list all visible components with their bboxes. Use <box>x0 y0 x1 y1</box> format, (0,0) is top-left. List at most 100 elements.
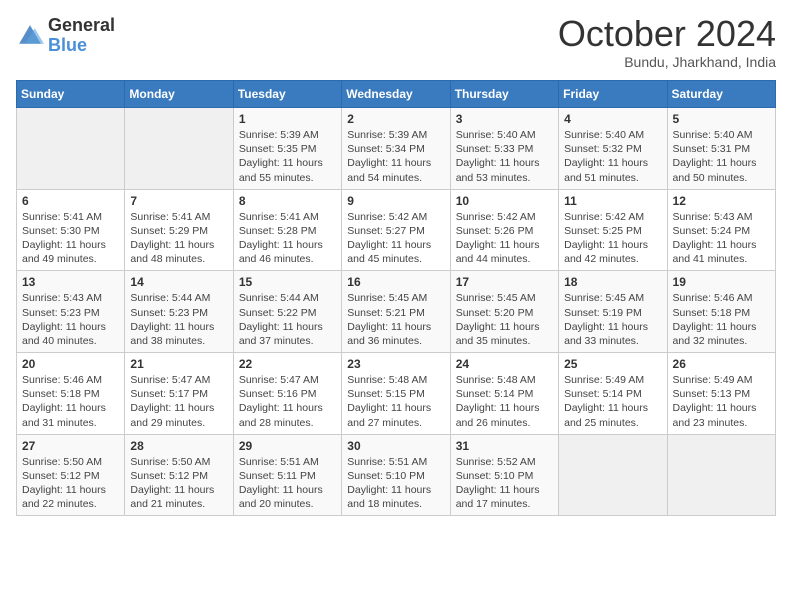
day-info: Sunrise: 5:43 AM Sunset: 5:23 PM Dayligh… <box>22 291 119 348</box>
calendar-cell: 4 Sunrise: 5:40 AM Sunset: 5:32 PM Daylig… <box>559 108 667 190</box>
day-number: 26 <box>673 357 770 371</box>
weekday-header-thursday: Thursday <box>450 81 558 108</box>
calendar-cell: 6 Sunrise: 5:41 AM Sunset: 5:30 PM Daylig… <box>17 189 125 271</box>
weekday-header-monday: Monday <box>125 81 233 108</box>
week-row-2: 6 Sunrise: 5:41 AM Sunset: 5:30 PM Daylig… <box>17 189 776 271</box>
calendar-cell: 19 Sunrise: 5:46 AM Sunset: 5:18 PM Dayli… <box>667 271 775 353</box>
day-number: 27 <box>22 439 119 453</box>
calendar-cell: 15Sunrise: 5:44 AM Sunset: 5:22 PM Dayli… <box>233 271 341 353</box>
day-info: Sunrise: 5:52 AM Sunset: 5:10 PM Dayligh… <box>456 455 553 512</box>
day-info: Sunrise: 5:46 AM Sunset: 5:18 PM Dayligh… <box>22 373 119 430</box>
day-number: 1 <box>239 112 336 126</box>
week-row-4: 20 Sunrise: 5:46 AM Sunset: 5:18 PM Dayli… <box>17 353 776 435</box>
calendar-cell: 13 Sunrise: 5:43 AM Sunset: 5:23 PM Dayli… <box>17 271 125 353</box>
day-info: Sunrise: 5:51 AM Sunset: 5:11 PM Dayligh… <box>239 455 336 512</box>
calendar-cell: 8 Sunrise: 5:41 AM Sunset: 5:28 PM Daylig… <box>233 189 341 271</box>
calendar-cell: 24 Sunrise: 5:48 AM Sunset: 5:14 PM Dayli… <box>450 353 558 435</box>
calendar-cell: 9Sunrise: 5:42 AM Sunset: 5:27 PM Daylig… <box>342 189 450 271</box>
week-row-3: 13 Sunrise: 5:43 AM Sunset: 5:23 PM Dayli… <box>17 271 776 353</box>
calendar-table: SundayMondayTuesdayWednesdayThursdayFrid… <box>16 80 776 516</box>
day-number: 13 <box>22 275 119 289</box>
day-info: Sunrise: 5:42 AM Sunset: 5:26 PM Dayligh… <box>456 210 553 267</box>
day-number: 24 <box>456 357 553 371</box>
weekday-header-sunday: Sunday <box>17 81 125 108</box>
calendar-cell: 26 Sunrise: 5:49 AM Sunset: 5:13 PM Dayli… <box>667 353 775 435</box>
day-number: 3 <box>456 112 553 126</box>
day-number: 8 <box>239 194 336 208</box>
day-info: Sunrise: 5:41 AM Sunset: 5:30 PM Dayligh… <box>22 210 119 267</box>
calendar-cell: 14Sunrise: 5:44 AM Sunset: 5:23 PM Dayli… <box>125 271 233 353</box>
day-number: 15 <box>239 275 336 289</box>
calendar-cell: 3Sunrise: 5:40 AM Sunset: 5:33 PM Daylig… <box>450 108 558 190</box>
calendar-cell <box>667 434 775 516</box>
calendar-cell <box>559 434 667 516</box>
day-info: Sunrise: 5:47 AM Sunset: 5:17 PM Dayligh… <box>130 373 227 430</box>
calendar-cell: 22Sunrise: 5:47 AM Sunset: 5:16 PM Dayli… <box>233 353 341 435</box>
day-info: Sunrise: 5:42 AM Sunset: 5:25 PM Dayligh… <box>564 210 661 267</box>
calendar-header: SundayMondayTuesdayWednesdayThursdayFrid… <box>17 81 776 108</box>
logo-line1: General <box>48 16 115 36</box>
weekday-header-tuesday: Tuesday <box>233 81 341 108</box>
month-title: October 2024 <box>558 16 776 52</box>
day-number: 19 <box>673 275 770 289</box>
day-number: 11 <box>564 194 661 208</box>
day-info: Sunrise: 5:49 AM Sunset: 5:13 PM Dayligh… <box>673 373 770 430</box>
weekday-header-row: SundayMondayTuesdayWednesdayThursdayFrid… <box>17 81 776 108</box>
day-info: Sunrise: 5:40 AM Sunset: 5:31 PM Dayligh… <box>673 128 770 185</box>
weekday-header-wednesday: Wednesday <box>342 81 450 108</box>
calendar-cell: 5 Sunrise: 5:40 AM Sunset: 5:31 PM Daylig… <box>667 108 775 190</box>
calendar-cell: 10 Sunrise: 5:42 AM Sunset: 5:26 PM Dayli… <box>450 189 558 271</box>
day-number: 18 <box>564 275 661 289</box>
day-number: 29 <box>239 439 336 453</box>
day-info: Sunrise: 5:50 AM Sunset: 5:12 PM Dayligh… <box>130 455 227 512</box>
day-number: 10 <box>456 194 553 208</box>
day-info: Sunrise: 5:46 AM Sunset: 5:18 PM Dayligh… <box>673 291 770 348</box>
day-info: Sunrise: 5:47 AM Sunset: 5:16 PM Dayligh… <box>239 373 336 430</box>
weekday-header-saturday: Saturday <box>667 81 775 108</box>
calendar-cell: 17Sunrise: 5:45 AM Sunset: 5:20 PM Dayli… <box>450 271 558 353</box>
calendar-cell: 27Sunrise: 5:50 AM Sunset: 5:12 PM Dayli… <box>17 434 125 516</box>
day-number: 2 <box>347 112 444 126</box>
day-info: Sunrise: 5:41 AM Sunset: 5:29 PM Dayligh… <box>130 210 227 267</box>
day-info: Sunrise: 5:40 AM Sunset: 5:32 PM Dayligh… <box>564 128 661 185</box>
day-number: 7 <box>130 194 227 208</box>
day-info: Sunrise: 5:39 AM Sunset: 5:34 PM Dayligh… <box>347 128 444 185</box>
day-number: 16 <box>347 275 444 289</box>
calendar-cell: 18Sunrise: 5:45 AM Sunset: 5:19 PM Dayli… <box>559 271 667 353</box>
day-number: 6 <box>22 194 119 208</box>
day-number: 14 <box>130 275 227 289</box>
logo-icon <box>16 22 44 50</box>
weekday-header-friday: Friday <box>559 81 667 108</box>
day-number: 5 <box>673 112 770 126</box>
day-number: 9 <box>347 194 444 208</box>
calendar-cell: 7 Sunrise: 5:41 AM Sunset: 5:29 PM Daylig… <box>125 189 233 271</box>
page-header: General Blue October 2024 Bundu, Jharkha… <box>16 16 776 70</box>
day-info: Sunrise: 5:48 AM Sunset: 5:14 PM Dayligh… <box>456 373 553 430</box>
day-info: Sunrise: 5:43 AM Sunset: 5:24 PM Dayligh… <box>673 210 770 267</box>
calendar-cell <box>125 108 233 190</box>
day-number: 20 <box>22 357 119 371</box>
calendar-cell: 20 Sunrise: 5:46 AM Sunset: 5:18 PM Dayli… <box>17 353 125 435</box>
calendar-cell: 11 Sunrise: 5:42 AM Sunset: 5:25 PM Dayli… <box>559 189 667 271</box>
day-info: Sunrise: 5:41 AM Sunset: 5:28 PM Dayligh… <box>239 210 336 267</box>
calendar-cell: 12 Sunrise: 5:43 AM Sunset: 5:24 PM Dayli… <box>667 189 775 271</box>
day-number: 28 <box>130 439 227 453</box>
day-info: Sunrise: 5:45 AM Sunset: 5:20 PM Dayligh… <box>456 291 553 348</box>
day-info: Sunrise: 5:45 AM Sunset: 5:21 PM Dayligh… <box>347 291 444 348</box>
day-number: 31 <box>456 439 553 453</box>
title-block: October 2024 Bundu, Jharkhand, India <box>558 16 776 70</box>
day-number: 12 <box>673 194 770 208</box>
day-info: Sunrise: 5:51 AM Sunset: 5:10 PM Dayligh… <box>347 455 444 512</box>
calendar-cell: 28 Sunrise: 5:50 AM Sunset: 5:12 PM Dayli… <box>125 434 233 516</box>
day-info: Sunrise: 5:49 AM Sunset: 5:14 PM Dayligh… <box>564 373 661 430</box>
day-info: Sunrise: 5:48 AM Sunset: 5:15 PM Dayligh… <box>347 373 444 430</box>
calendar-cell: 1Sunrise: 5:39 AM Sunset: 5:35 PM Daylig… <box>233 108 341 190</box>
calendar-cell: 23 Sunrise: 5:48 AM Sunset: 5:15 PM Dayli… <box>342 353 450 435</box>
location-subtitle: Bundu, Jharkhand, India <box>558 54 776 70</box>
calendar-cell: 31 Sunrise: 5:52 AM Sunset: 5:10 PM Dayli… <box>450 434 558 516</box>
day-number: 4 <box>564 112 661 126</box>
day-number: 21 <box>130 357 227 371</box>
calendar-cell: 30Sunrise: 5:51 AM Sunset: 5:10 PM Dayli… <box>342 434 450 516</box>
calendar-cell: 2 Sunrise: 5:39 AM Sunset: 5:34 PM Daylig… <box>342 108 450 190</box>
day-number: 23 <box>347 357 444 371</box>
